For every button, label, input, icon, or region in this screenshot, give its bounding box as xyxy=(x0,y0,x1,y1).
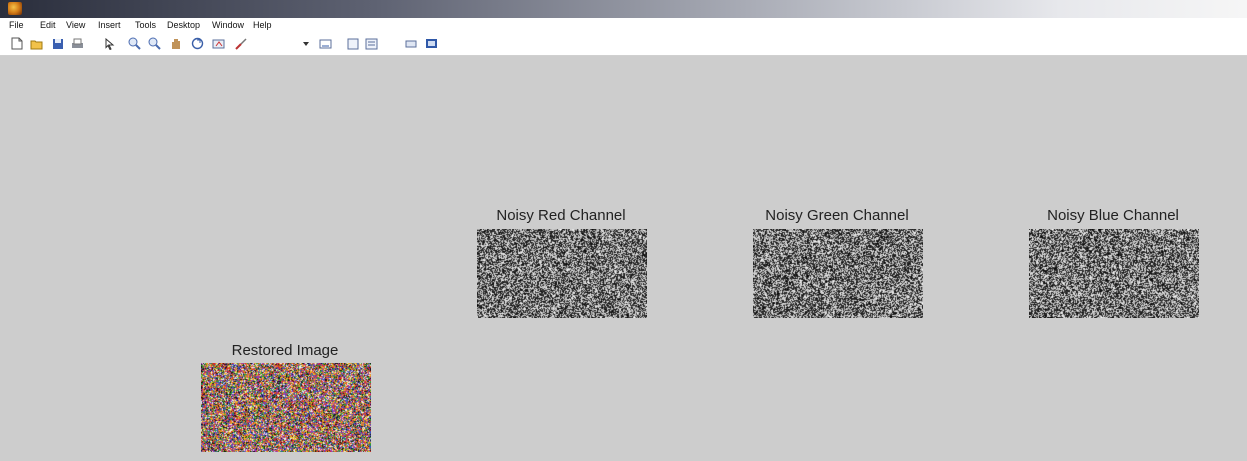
menu-view[interactable]: View xyxy=(66,20,85,30)
axes-title-noisy-green: Noisy Green Channel xyxy=(765,207,909,224)
axes-title-restored: Restored Image xyxy=(231,342,339,359)
print-icon[interactable] xyxy=(70,37,84,50)
colorbar-icon[interactable] xyxy=(346,37,360,50)
data-cursor-icon[interactable] xyxy=(211,37,225,50)
save-icon[interactable] xyxy=(51,37,65,50)
noisy-green-channel-image[interactable] xyxy=(753,229,923,318)
figure-canvas[interactable]: Noisy Red Channel Noisy Green Channel No… xyxy=(0,56,1247,461)
open-file-icon[interactable] xyxy=(30,37,44,50)
restored-image[interactable] xyxy=(201,363,371,452)
menu-help[interactable]: Help xyxy=(253,20,272,30)
menu-file[interactable]: File xyxy=(9,20,24,30)
matlab-icon[interactable] xyxy=(8,2,22,15)
legend-icon[interactable] xyxy=(364,37,378,50)
rotate-3d-icon[interactable] xyxy=(190,37,204,50)
noisy-red-channel-image[interactable] xyxy=(477,229,647,318)
pan-icon[interactable] xyxy=(169,37,183,50)
axes-title-noisy-blue: Noisy Blue Channel xyxy=(1047,207,1179,224)
brush-icon[interactable] xyxy=(234,37,248,50)
zoom-in-icon[interactable] xyxy=(127,37,141,50)
link-plot-icon[interactable] xyxy=(318,37,332,50)
noisy-blue-channel-image[interactable] xyxy=(1029,229,1199,318)
menu-bar: File Edit View Insert Tools Desktop Wind… xyxy=(0,18,1247,33)
axes-title-noisy-red: Noisy Red Channel xyxy=(496,207,626,224)
window-titlebar[interactable] xyxy=(0,0,1247,18)
hide-plot-tools-icon[interactable] xyxy=(404,37,418,50)
menu-tools[interactable]: Tools xyxy=(135,20,156,30)
new-figure-icon[interactable] xyxy=(10,37,24,50)
figure-toolbar xyxy=(0,33,1247,56)
zoom-out-icon[interactable] xyxy=(147,37,161,50)
menu-edit[interactable]: Edit xyxy=(40,20,56,30)
menu-desktop[interactable]: Desktop xyxy=(167,20,200,30)
show-plot-tools-icon[interactable] xyxy=(424,37,438,50)
menu-window[interactable]: Window xyxy=(212,20,244,30)
edit-plot-icon[interactable] xyxy=(103,37,117,50)
brush-dropdown-icon[interactable] xyxy=(303,42,309,46)
menu-insert[interactable]: Insert xyxy=(98,20,121,30)
